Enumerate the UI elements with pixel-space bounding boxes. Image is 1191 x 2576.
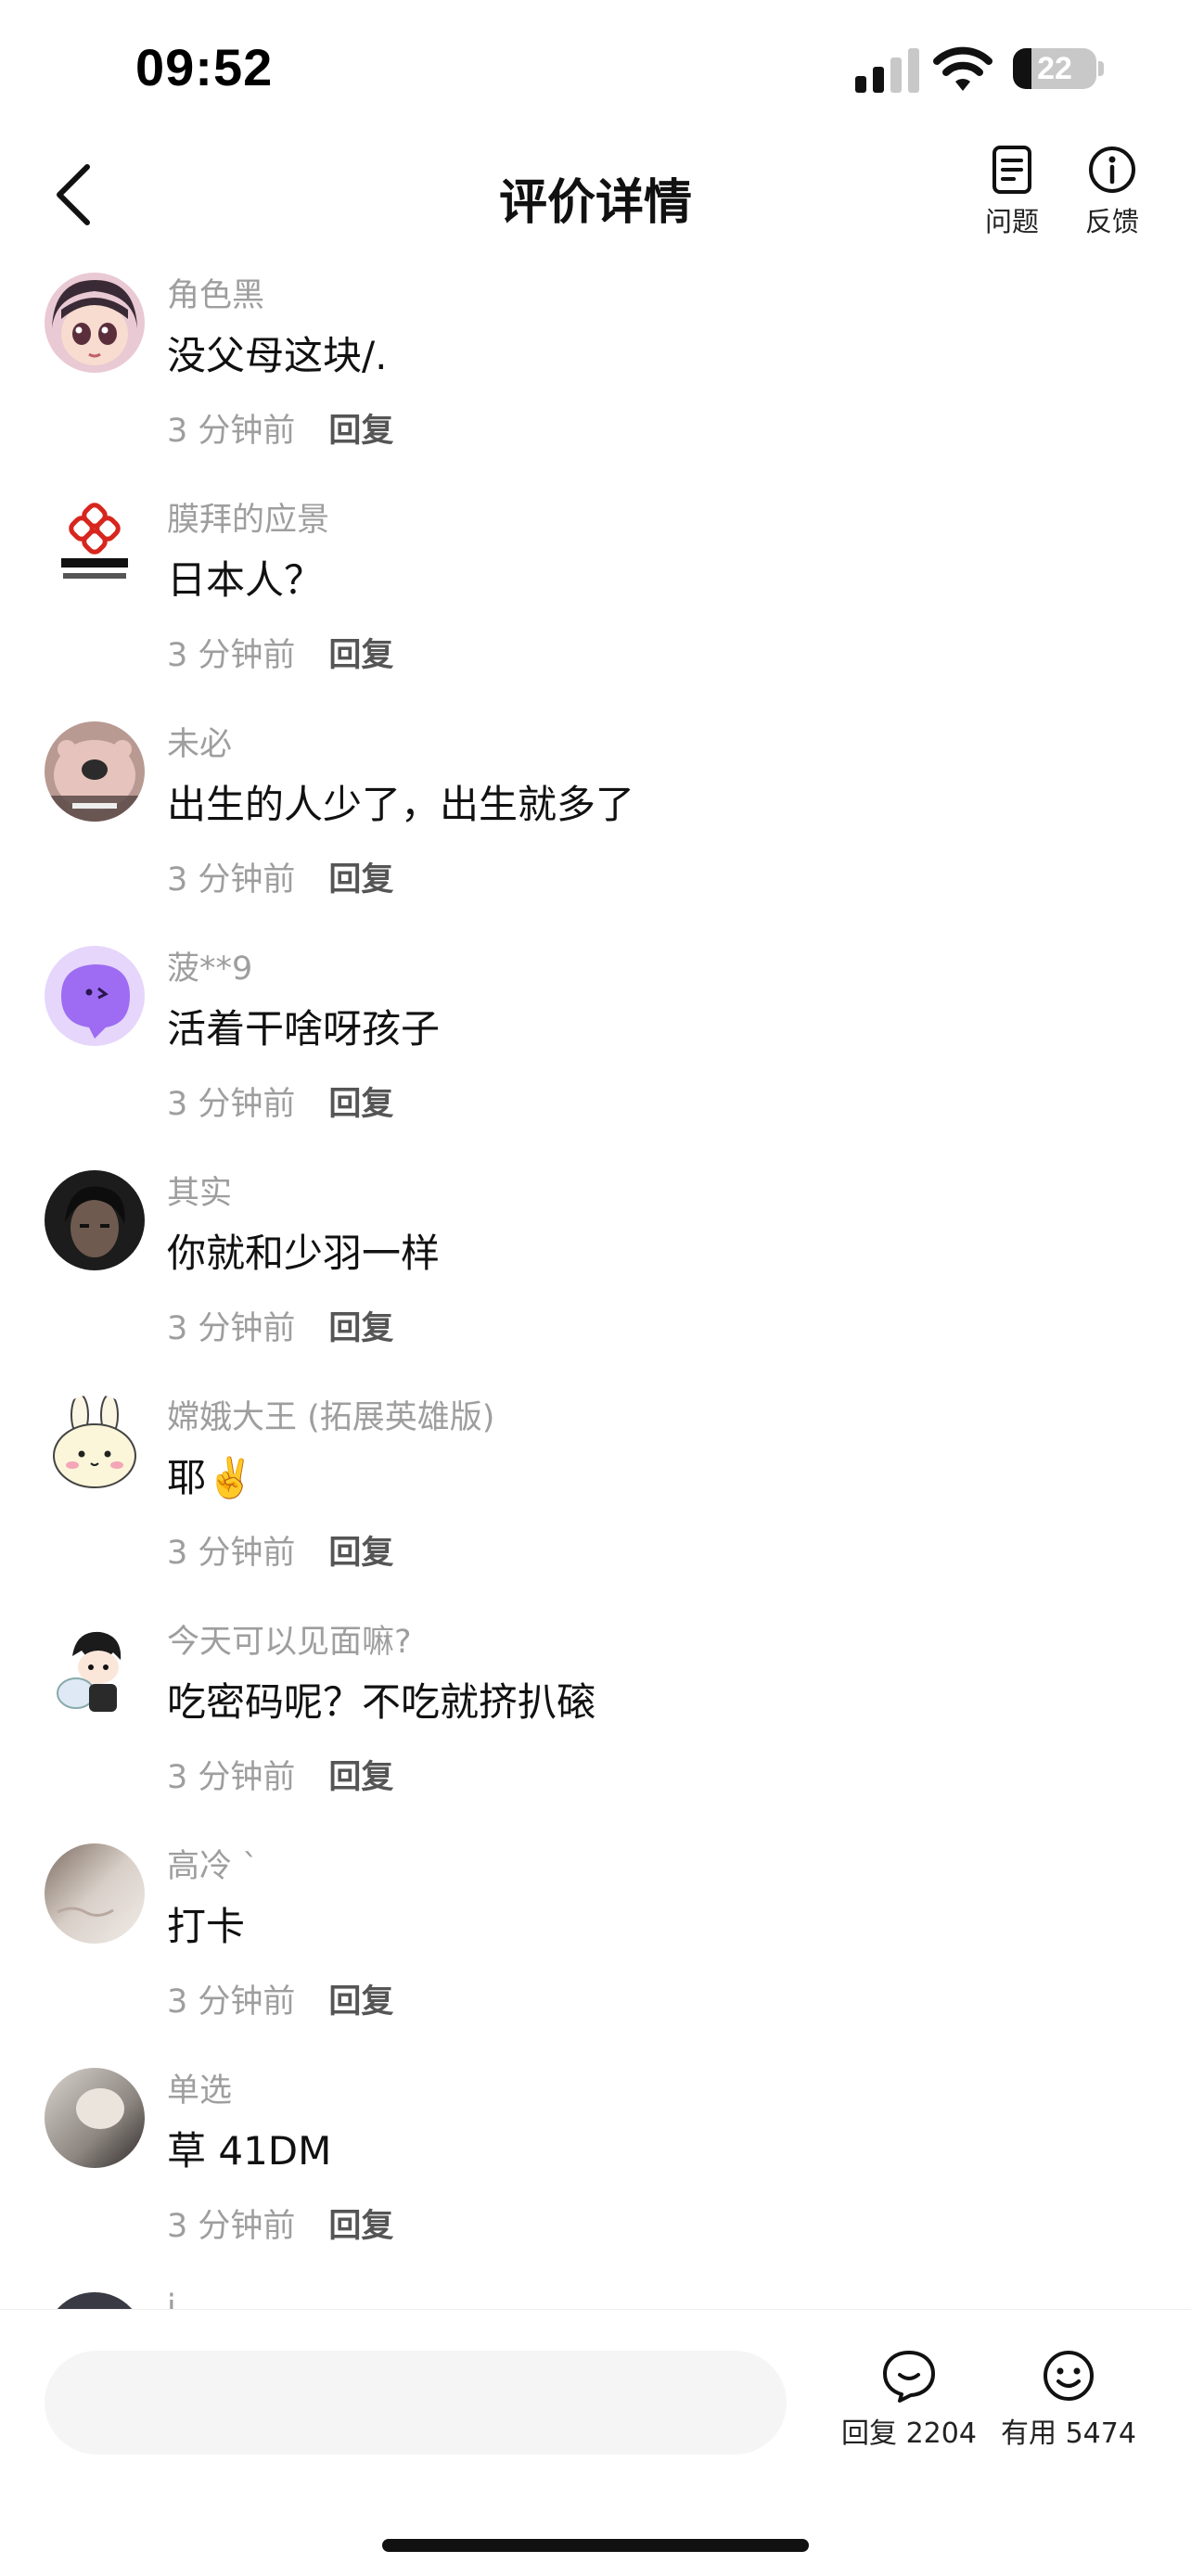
comment-item: 高冷 ˋ 打卡 3 分钟前 回复 — [0, 1830, 1191, 2055]
document-icon — [992, 146, 1031, 194]
comment-time: 3 分钟前 — [167, 1086, 296, 1123]
comment-meta: 3 分钟前 回复 — [167, 1302, 393, 1349]
reply-button[interactable]: 回复 — [328, 1759, 393, 1796]
status-bar: 09:52 22 — [0, 0, 1191, 130]
comment-time: 3 分钟前 — [167, 1759, 296, 1796]
comment-bubble-icon — [883, 2351, 935, 2403]
reply-button[interactable]: 回复 — [328, 1086, 393, 1123]
reply-button[interactable]: 回复 — [328, 1310, 393, 1347]
comment-username[interactable]: 嫦娥大王 (拓展英雄版) — [167, 1391, 494, 1438]
comment-meta: 3 分钟前 回复 — [167, 1526, 393, 1574]
comment-time: 3 分钟前 — [167, 1983, 296, 2021]
reply-label: 回复 — [841, 2417, 898, 2450]
comment-time: 3 分钟前 — [167, 861, 296, 899]
reply-count-label: 回复 2204 — [835, 2410, 983, 2451]
reply-button[interactable]: 回复 — [328, 413, 393, 450]
bunny-avatar[interactable] — [45, 1395, 145, 1495]
comment-text: 吃密码呢？不吃就挤扒磙 — [167, 1679, 596, 1725]
review-detail-screen: 09:52 22 评价详情 问题 反馈 角色黑 没父母这块/. 3 分钟前 回复… — [0, 0, 1191, 2576]
comment-item: 角色黑 没父母这块/. 3 分钟前 回复 — [0, 260, 1191, 484]
useful-label: 有用 — [1001, 2417, 1057, 2450]
comment-item: 未必 出生的人少了，出生就多了 3 分钟前 回复 — [0, 708, 1191, 933]
problem-label: 问题 — [984, 206, 1039, 237]
comment-list[interactable]: 角色黑 没父母这块/. 3 分钟前 回复 膜拜的应景 日本人？ 3 分钟前 回复… — [0, 260, 1191, 2309]
china-unicom-logo-avatar[interactable] — [45, 497, 145, 597]
comment-text: 没父母这块/. — [167, 333, 388, 378]
reply-button[interactable]: 回复 — [328, 861, 393, 899]
comment-username[interactable]: 高冷 ˋ — [167, 1840, 259, 1887]
comment-text: 草 41DM — [167, 2128, 332, 2174]
wifi-icon — [933, 46, 992, 91]
reply-count-button[interactable]: 回复 2204 — [835, 2349, 983, 2451]
useful-count-label: 有用 5474 — [994, 2410, 1143, 2451]
home-indicator[interactable] — [382, 2539, 809, 2552]
comment-meta: 3 分钟前 回复 — [167, 1751, 393, 1798]
comment-time: 3 分钟前 — [167, 637, 296, 674]
comment-item: 膜拜的应景 日本人？ 3 分钟前 回复 — [0, 484, 1191, 708]
comment-meta: 3 分钟前 回复 — [167, 404, 393, 452]
comment-username[interactable]: 膜拜的应景 — [167, 493, 329, 541]
comment-item: 其实 你就和少羽一样 3 分钟前 回复 — [0, 1157, 1191, 1382]
reply-input[interactable] — [45, 2351, 787, 2455]
anime-girl-avatar[interactable] — [45, 273, 145, 373]
problem-button[interactable]: 问题 — [970, 145, 1054, 247]
comment-text: 你就和少羽一样 — [167, 1231, 441, 1276]
feedback-label: 反馈 — [1084, 206, 1139, 237]
comment-time: 3 分钟前 — [167, 1535, 296, 1572]
comment-time: 3 分钟前 — [167, 2208, 296, 2245]
useful-count-button[interactable]: 有用 5474 — [994, 2349, 1143, 2451]
battery-tip — [1098, 61, 1104, 76]
comment-item: 嫦娥大王 (拓展英雄版) 耶✌️ 3 分钟前 回复 — [0, 1382, 1191, 1606]
comment-meta: 3 分钟前 回复 — [167, 1975, 393, 2022]
pig-avatar[interactable] — [45, 721, 145, 822]
battery-percentage: 22 — [1037, 51, 1072, 86]
comment-username[interactable]: 其实 — [167, 1167, 232, 1214]
comment-meta: 3 分钟前 回复 — [167, 853, 393, 900]
comment-username[interactable]: 未必 — [167, 718, 232, 765]
comment-text: 打卡 — [167, 1904, 246, 1949]
comment-time: 3 分钟前 — [167, 1310, 296, 1347]
cartoon-boy-avatar[interactable] — [45, 1619, 145, 1719]
comment-username[interactable]: 角色黑 — [167, 269, 264, 316]
cellular-signal-icon — [855, 48, 920, 93]
comment-item: 今天可以见面嘛? 吃密码呢？不吃就挤扒磙 3 分钟前 回复 — [0, 1606, 1191, 1830]
partial-avatar[interactable] — [45, 2292, 145, 2309]
comment-meta: 3 分钟前 回复 — [167, 629, 393, 676]
comment-username[interactable]: 单选 — [167, 2064, 232, 2111]
dark-portrait-avatar[interactable] — [45, 1170, 145, 1270]
comment-meta: 3 分钟前 回复 — [167, 1078, 393, 1125]
status-time: 09:52 — [135, 38, 274, 96]
comment-item: i — [0, 2279, 1191, 2309]
comment-username[interactable]: 菠**9 — [167, 942, 252, 989]
comment-username[interactable]: 今天可以见面嘛? — [167, 1615, 412, 1663]
comment-time: 3 分钟前 — [167, 413, 296, 450]
bottom-action-bar: 回复 2204 有用 5474 — [0, 2309, 1191, 2576]
comment-item: 单选 草 41DM 3 分钟前 回复 — [0, 2055, 1191, 2279]
reply-button[interactable]: 回复 — [328, 1535, 393, 1572]
comment-text: 活着干啥呀孩子 — [167, 1006, 441, 1052]
comment-item: 菠**9 活着干啥呀孩子 3 分钟前 回复 — [0, 933, 1191, 1157]
comment-username[interactable]: i — [167, 2289, 176, 2309]
info-icon — [1089, 147, 1135, 193]
soft-photo-avatar[interactable] — [45, 1843, 145, 1944]
purple-blob-avatar[interactable] — [45, 946, 145, 1046]
comment-text: 日本人？ — [167, 557, 324, 603]
battery-icon: 22 — [1013, 48, 1096, 89]
reply-button[interactable]: 回复 — [328, 2208, 393, 2245]
reply-count: 2204 — [905, 2417, 977, 2450]
comment-text: 出生的人少了，出生就多了 — [167, 782, 635, 827]
gray-photo-avatar[interactable] — [45, 2068, 145, 2168]
feedback-button[interactable]: 反馈 — [1070, 145, 1154, 247]
reply-button[interactable]: 回复 — [328, 637, 393, 674]
comment-text: 耶✌️ — [167, 1455, 255, 1500]
smiley-icon — [1044, 2351, 1094, 2401]
reply-button[interactable]: 回复 — [328, 1983, 393, 2021]
useful-count: 5474 — [1065, 2417, 1136, 2450]
navigation-bar: 评价详情 问题 反馈 — [0, 130, 1191, 260]
comment-meta: 3 分钟前 回复 — [167, 2200, 393, 2247]
